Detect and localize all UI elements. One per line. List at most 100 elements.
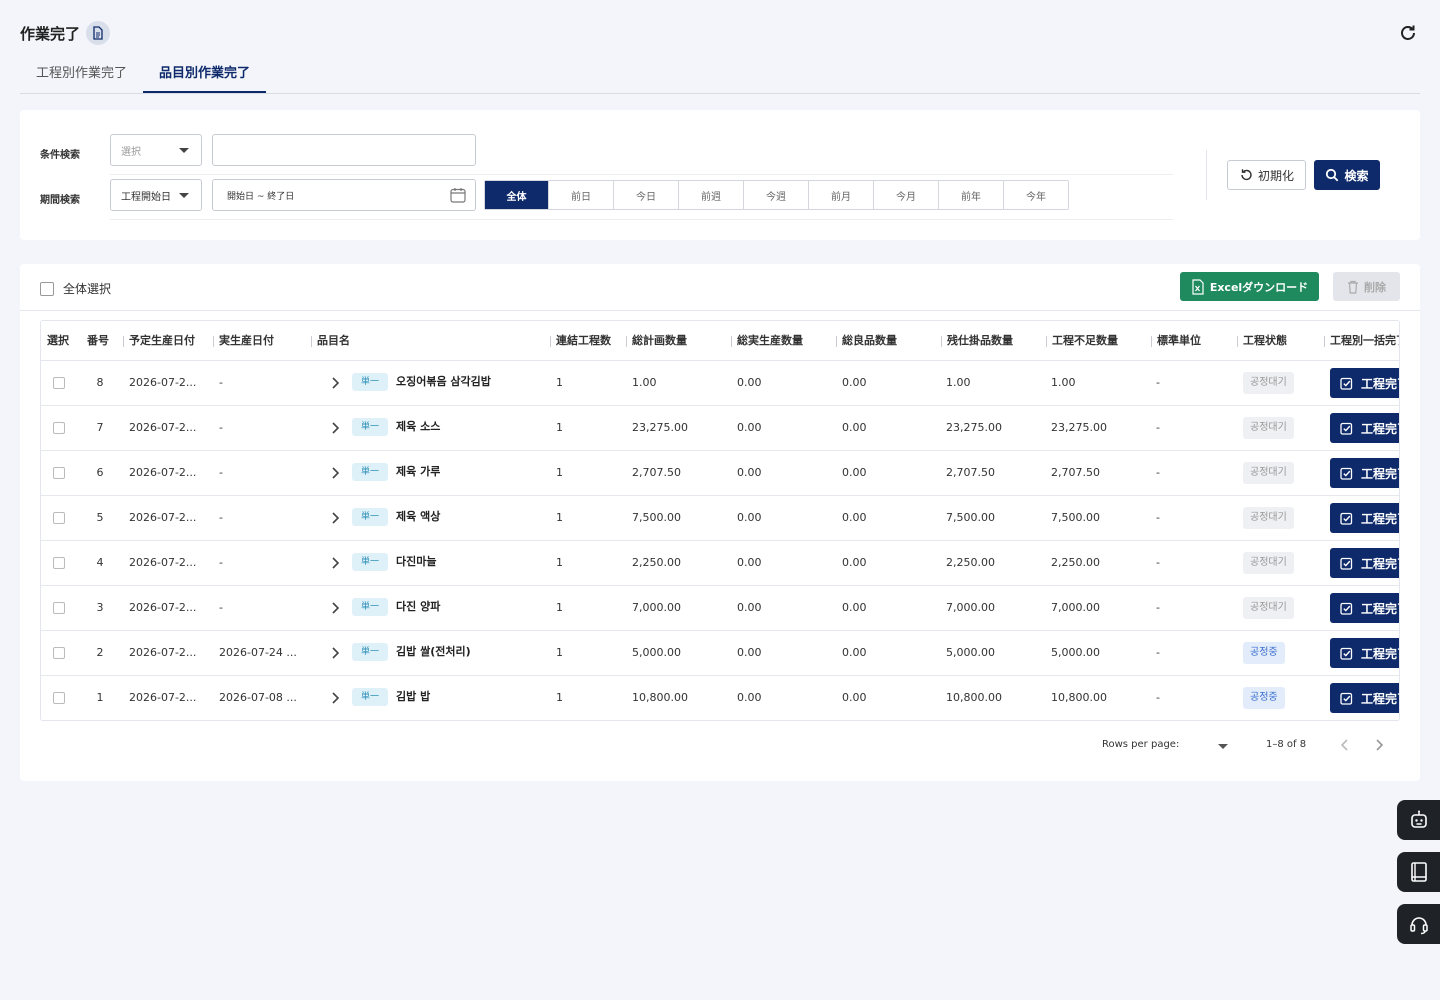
chevron-right-icon[interactable] [327, 465, 343, 481]
condition-search-input[interactable] [212, 134, 476, 166]
support-button[interactable] [1397, 904, 1440, 944]
period-today-button[interactable]: 今日 [613, 181, 678, 209]
table-row[interactable]: 7 2026-07-2... - 1 23,275.00 0.00 0.00 23,275.0… [41, 406, 1399, 451]
cell-no: 3 [96, 601, 104, 614]
cell-unit: - [1156, 466, 1160, 479]
rows-per-page-select[interactable] [1210, 736, 1234, 756]
row-checkbox[interactable] [53, 422, 65, 434]
cell-no: 5 [96, 511, 104, 524]
process-complete-button[interactable]: 工程完了 [1330, 368, 1399, 398]
check-square-icon [1340, 692, 1353, 705]
check-square-icon [1340, 602, 1353, 615]
process-complete-label: 工程完了 [1361, 466, 1399, 481]
cell-unit: - [1156, 421, 1160, 434]
cell-planned: 2026-07-2... [129, 601, 197, 614]
document-icon[interactable] [86, 21, 111, 45]
row-checkbox-cell [41, 406, 77, 450]
chevron-right-icon[interactable] [327, 555, 343, 571]
item-name: 제육 소스 [396, 420, 441, 433]
tab-process-completion[interactable]: 工程別作業完了 [20, 60, 143, 93]
status-badge: 공정대기 [1243, 552, 1294, 574]
process-complete-button[interactable]: 工程完了 [1330, 683, 1399, 713]
page-title: 作業完了 [20, 24, 81, 43]
period-type-select[interactable]: 工程開始日 [110, 179, 202, 211]
cell-plan-qty: 7,000.00 [632, 601, 681, 614]
table-row[interactable]: 4 2026-07-2... - 1 2,250.00 0.00 0.00 2,250.00 2… [41, 541, 1399, 586]
period-yesterday-button[interactable]: 前日 [548, 181, 613, 209]
period-last-week-button[interactable]: 前週 [678, 181, 743, 209]
table-row[interactable]: 2 2026-07-2... 2026-07-24 ... 1 5,000.00 0.00… [41, 631, 1399, 676]
chevron-left-icon[interactable] [1336, 736, 1354, 754]
condition-select[interactable]: 選択 [110, 134, 202, 166]
cell-good-qty: 0.00 [842, 556, 867, 569]
delete-button[interactable]: 削除 [1333, 272, 1400, 301]
process-complete-button[interactable]: 工程完了 [1330, 458, 1399, 488]
table-row[interactable]: 8 2026-07-2... - 1 1.00 0.00 0.00 1.00 1.00 - 単一 오징… [41, 361, 1399, 406]
single-tag: 単一 [352, 598, 388, 616]
cell-actual-qty: 0.00 [737, 601, 762, 614]
tab-item-completion[interactable]: 品目別作業完了 [143, 60, 267, 93]
period-all-button[interactable]: 全体 [485, 181, 548, 209]
chevron-right-icon[interactable] [327, 420, 343, 436]
table-row[interactable]: 3 2026-07-2... - 1 7,000.00 0.00 0.00 7,000.00 7… [41, 586, 1399, 631]
row-checkbox[interactable] [53, 512, 65, 524]
process-complete-button[interactable]: 工程完了 [1330, 503, 1399, 533]
row-checkbox[interactable] [53, 647, 65, 659]
reset-icon [1241, 169, 1252, 181]
cell-short-qty: 2,250.00 [1051, 556, 1100, 569]
excel-download-button[interactable]: Excelダウンロード [1180, 272, 1319, 301]
process-complete-button[interactable]: 工程完了 [1330, 548, 1399, 578]
process-complete-button[interactable]: 工程完了 [1330, 593, 1399, 623]
row-checkbox-cell [41, 676, 77, 720]
cell-wip-qty: 7,500.00 [946, 511, 995, 524]
select-all-checkbox[interactable] [40, 281, 54, 296]
process-complete-label: 工程完了 [1361, 601, 1399, 616]
process-complete-button[interactable]: 工程完了 [1330, 413, 1399, 443]
process-complete-label: 工程完了 [1361, 421, 1399, 436]
cell-good-qty: 0.00 [842, 466, 867, 479]
chevron-right-icon[interactable] [327, 645, 343, 661]
period-this-year-button[interactable]: 今年 [1003, 181, 1068, 209]
status-badge: 공정대기 [1243, 372, 1294, 394]
table-row[interactable]: 5 2026-07-2... - 1 7,500.00 0.00 0.00 7,500.00 7… [41, 496, 1399, 541]
chevron-right-icon[interactable] [1370, 736, 1388, 754]
period-this-month-button[interactable]: 今月 [873, 181, 938, 209]
period-last-year-button[interactable]: 前年 [938, 181, 1003, 209]
process-complete-label: 工程完了 [1361, 691, 1399, 706]
calendar-icon[interactable] [449, 186, 467, 204]
condition-select-placeholder: 選択 [121, 146, 141, 158]
period-search-label: 期間検索 [40, 195, 80, 206]
row-checkbox[interactable] [53, 377, 65, 389]
column-header-unit: 標準単位 [1151, 321, 1237, 361]
row-checkbox[interactable] [53, 467, 65, 479]
row-checkbox[interactable] [53, 692, 65, 704]
period-this-week-button[interactable]: 今週 [743, 181, 808, 209]
item-name: 김밥 밥 [396, 690, 431, 703]
chevron-right-icon[interactable] [327, 375, 343, 391]
process-complete-button[interactable]: 工程完了 [1330, 638, 1399, 668]
chevron-down-icon [179, 148, 189, 153]
cell-actual: - [219, 421, 223, 434]
period-last-month-button[interactable]: 前月 [808, 181, 873, 209]
refresh-icon[interactable] [1396, 21, 1420, 45]
table-row[interactable]: 6 2026-07-2... - 1 2,707.50 0.00 0.00 2,707.50 2… [41, 451, 1399, 496]
table-row[interactable]: 1 2026-07-2... 2026-07-08 ... 1 10,800.00 0.0… [41, 676, 1399, 720]
chevron-right-icon[interactable] [327, 510, 343, 526]
chatbot-button[interactable] [1397, 800, 1440, 840]
date-range-input[interactable]: 開始日 ~ 終了日 [212, 179, 476, 211]
row-checkbox[interactable] [53, 557, 65, 569]
row-checkbox[interactable] [53, 602, 65, 614]
row-checkbox-cell [41, 631, 77, 675]
manual-button[interactable] [1397, 852, 1440, 892]
pagination: Rows per page: 1–8 of 8 [20, 730, 1420, 760]
reset-button[interactable]: 初期化 [1227, 160, 1306, 190]
search-button[interactable]: 検索 [1314, 160, 1380, 190]
chevron-right-icon[interactable] [327, 600, 343, 616]
cell-unit: - [1156, 646, 1160, 659]
list-panel: 全体選択 Excelダウンロード 削除 選択 番号 予定生産日付 実生産日付 品… [20, 264, 1420, 781]
column-header-total-actual-qty: 総実生産数量 [731, 321, 836, 361]
select-all[interactable]: 全体選択 [40, 280, 111, 297]
period-type-value: 工程開始日 [121, 191, 171, 203]
chevron-right-icon[interactable] [327, 690, 343, 706]
cell-wip-qty: 1.00 [946, 376, 971, 389]
